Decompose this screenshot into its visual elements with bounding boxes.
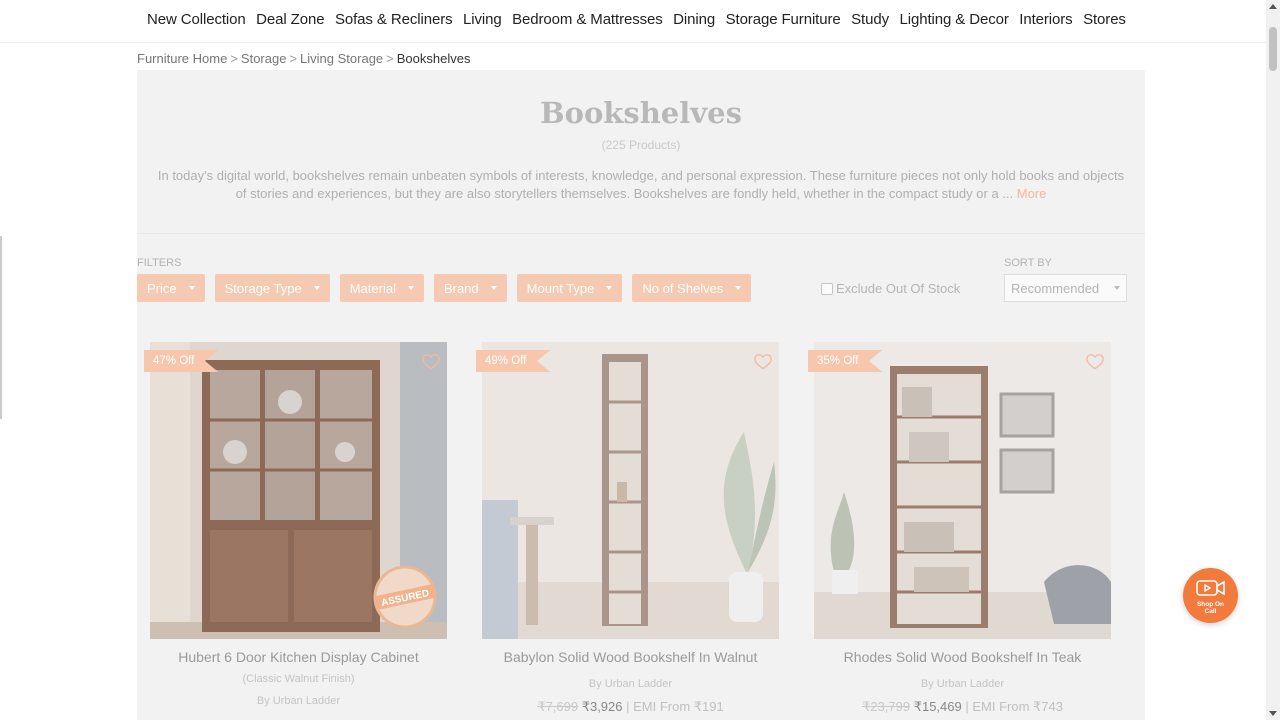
product-brand: By Urban Ladder xyxy=(588,678,673,690)
filter-bar: Price Storage Type Material Brand Mount … xyxy=(137,274,761,302)
nav-item-bedroom-mattresses[interactable]: Bedroom & Mattresses xyxy=(512,11,663,28)
filter-price[interactable]: Price xyxy=(137,274,205,302)
sort-value: Recommended xyxy=(1011,280,1100,296)
scroll-thumb[interactable] xyxy=(1269,27,1277,71)
shop-on-call-label: Shop On Call xyxy=(1183,601,1238,615)
nav-menu: New Collection Deal Zone Sofas & Recline… xyxy=(147,11,1136,28)
nav-item-sofas-recliners[interactable]: Sofas & Recliners xyxy=(335,11,453,28)
filter-storage-type[interactable]: Storage Type xyxy=(214,274,330,302)
filter-brand[interactable]: Brand xyxy=(433,274,507,302)
filter-material[interactable]: Material xyxy=(339,274,424,302)
exclude-out-of-stock-label: Exclude Out Of Stock xyxy=(836,281,961,296)
breadcrumb-living-storage[interactable]: Living Storage xyxy=(300,51,383,66)
caret-down-icon xyxy=(313,286,320,290)
product-photo-bookshelf-teak xyxy=(814,342,1111,639)
breadcrumb-furniture-home[interactable]: Furniture Home xyxy=(137,51,227,66)
sale-price: ₹3,926 xyxy=(581,699,623,714)
shop-on-call-line2: Call xyxy=(1204,608,1217,615)
breadcrumb-separator: > xyxy=(289,51,298,66)
side-drawer-edge[interactable] xyxy=(0,236,2,419)
exclude-out-of-stock[interactable]: Exclude Out Of Stock xyxy=(821,281,960,296)
filter-mount-type[interactable]: Mount Type xyxy=(516,274,623,302)
original-price: ₹23,799 xyxy=(862,699,911,714)
video-call-icon xyxy=(1196,580,1225,596)
product-photo-bookshelf-walnut xyxy=(482,342,779,639)
caret-down-icon xyxy=(1114,286,1120,290)
product-price: ₹7,699 ₹3,926 | EMI From ₹191 xyxy=(482,699,779,715)
filter-label: Brand xyxy=(443,280,479,296)
filter-label: Storage Type xyxy=(224,280,302,296)
intro-more-link[interactable]: More xyxy=(1017,186,1047,201)
product-image[interactable]: ASSURED xyxy=(150,342,447,639)
scroll-down-arrow-icon[interactable] xyxy=(1269,711,1277,716)
divider xyxy=(137,233,1145,234)
original-price: ₹7,699 xyxy=(537,699,579,714)
breadcrumb-separator: > xyxy=(230,51,238,66)
filters-label: FILTERS xyxy=(137,257,182,269)
product-brand: By Urban Ladder xyxy=(256,695,341,707)
filter-label: Material xyxy=(349,280,396,296)
filter-label: No of Shelves xyxy=(642,280,724,296)
caret-down-icon xyxy=(407,286,414,290)
filter-label: Mount Type xyxy=(526,280,595,296)
product-brand: By Urban Ladder xyxy=(920,678,1005,690)
product-title[interactable]: Babylon Solid Wood Bookshelf In Walnut xyxy=(442,649,819,665)
caret-down-icon xyxy=(188,286,195,290)
wishlist-heart-icon[interactable] xyxy=(1085,351,1105,371)
wishlist-heart-icon[interactable] xyxy=(421,351,441,371)
page-title: Bookshelves xyxy=(540,96,742,130)
nav-item-interiors[interactable]: Interiors xyxy=(1019,11,1072,28)
emi-price: | EMI From ₹191 xyxy=(626,699,724,714)
caret-down-icon xyxy=(606,286,613,290)
breadcrumb: Furniture Home > Storage > Living Storage > Bo… xyxy=(137,51,470,66)
nav-item-study[interactable]: Study xyxy=(851,11,889,28)
sale-price: ₹15,469 xyxy=(913,699,962,714)
nav-item-dining[interactable]: Dining xyxy=(673,11,715,28)
product-finish: (Classic Walnut Finish) xyxy=(242,673,355,685)
nav-item-stores[interactable]: Stores xyxy=(1083,11,1126,28)
nav-item-lighting-decor[interactable]: Lighting & Decor xyxy=(899,11,1008,28)
breadcrumb-storage[interactable]: Storage xyxy=(241,51,287,66)
product-title[interactable]: Rhodes Solid Wood Bookshelf In Teak xyxy=(774,649,1151,665)
wishlist-heart-icon[interactable] xyxy=(753,351,773,371)
intro-text: In today's digital world, bookshelves re… xyxy=(157,168,1125,201)
scroll-up-arrow-icon[interactable] xyxy=(1269,4,1277,9)
exclude-out-of-stock-checkbox[interactable] xyxy=(821,282,833,295)
nav-item-deal-zone[interactable]: Deal Zone xyxy=(256,11,324,28)
filter-label: Price xyxy=(147,280,177,296)
product-title[interactable]: Hubert 6 Door Kitchen Display Cabinet xyxy=(110,649,487,665)
breadcrumb-current: Bookshelves xyxy=(396,51,471,66)
category-panel: Bookshelves (225 Products) In today's di… xyxy=(137,70,1145,720)
nav-item-storage-furniture[interactable]: Storage Furniture xyxy=(726,11,841,28)
sort-select[interactable]: Recommended xyxy=(1004,274,1127,302)
nav-item-new-collection[interactable]: New Collection xyxy=(147,11,246,28)
breadcrumb-separator: > xyxy=(386,51,394,66)
product-image[interactable] xyxy=(482,342,779,639)
emi-price: | EMI From ₹743 xyxy=(965,699,1063,714)
category-intro: In today's digital world, bookshelves re… xyxy=(151,167,1131,203)
top-navigation: New Collection Deal Zone Sofas & Recline… xyxy=(0,0,1266,43)
nav-item-living[interactable]: Living xyxy=(463,11,502,28)
caret-down-icon xyxy=(735,286,742,290)
caret-down-icon xyxy=(490,286,497,290)
product-photo-cabinet: ASSURED xyxy=(150,342,447,639)
shop-on-call-line1: Shop On xyxy=(1196,601,1225,608)
product-count: (225 Products) xyxy=(601,138,681,152)
product-price: ₹23,799 ₹15,469 | EMI From ₹743 xyxy=(814,699,1111,715)
sort-label: SORT BY xyxy=(1004,257,1052,269)
shop-on-call-button[interactable]: Shop On Call xyxy=(1183,568,1238,623)
page-scrollbar[interactable] xyxy=(1266,0,1280,720)
product-image[interactable] xyxy=(814,342,1111,639)
filter-no-of-shelves[interactable]: No of Shelves xyxy=(632,274,752,302)
